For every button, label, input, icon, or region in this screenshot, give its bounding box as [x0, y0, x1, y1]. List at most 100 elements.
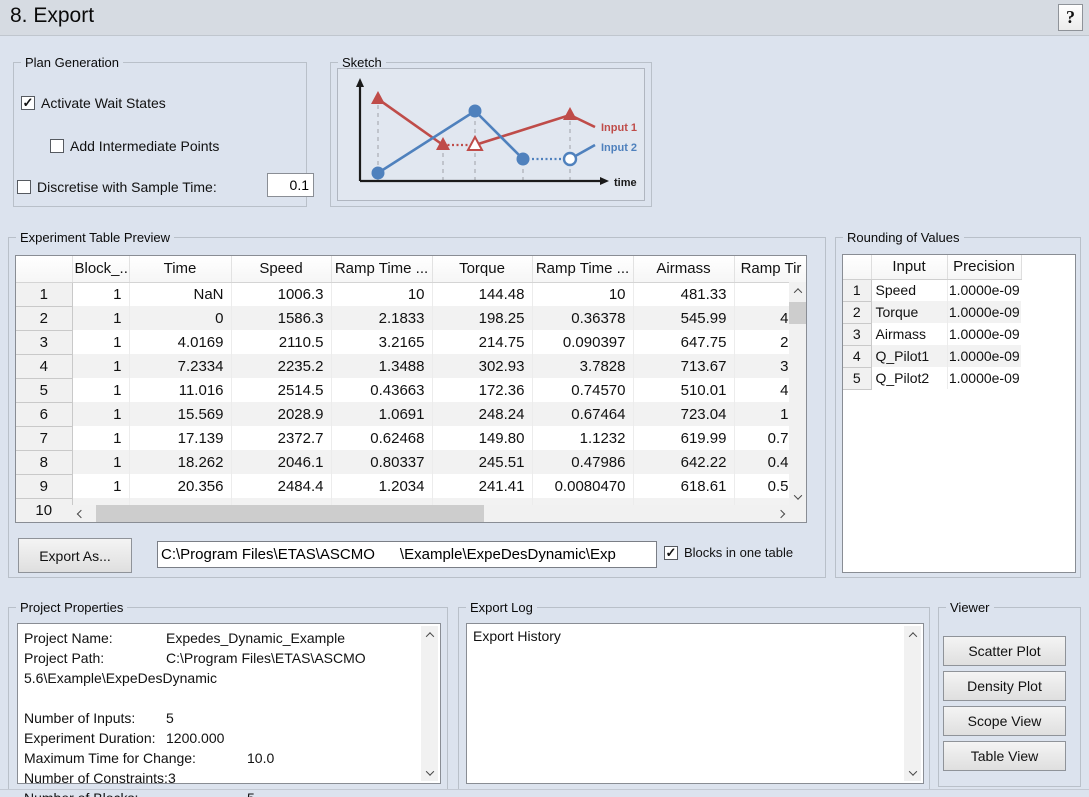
blocks-in-one-table-checkbox[interactable] — [664, 546, 678, 560]
cell[interactable]: 545.99 — [633, 306, 734, 330]
cell[interactable]: 245.51 — [432, 450, 532, 474]
row-number-cell[interactable]: 2 — [843, 301, 871, 323]
cell[interactable]: NaN — [129, 282, 231, 306]
cell[interactable]: 18.262 — [129, 450, 231, 474]
cell[interactable]: 302.93 — [432, 354, 532, 378]
cell[interactable]: 2484.4 — [231, 474, 331, 498]
scroll-up-button[interactable] — [421, 626, 438, 643]
cell[interactable]: 1.0000e-09 — [947, 301, 1021, 323]
row-number-cell[interactable]: 3 — [16, 330, 72, 354]
cell[interactable]: 2110.5 — [231, 330, 331, 354]
cell[interactable]: 10 — [532, 282, 633, 306]
cell[interactable]: 241.41 — [432, 474, 532, 498]
density-plot-button[interactable]: Density Plot — [943, 671, 1066, 701]
cell[interactable]: 1.0000e-09 — [947, 345, 1021, 367]
cell[interactable]: 1.0000e-09 — [947, 279, 1021, 301]
row-number-cell[interactable]: 1 — [16, 282, 72, 306]
row-number-cell[interactable]: 10 — [16, 498, 72, 522]
cell[interactable]: 481.33 — [633, 282, 734, 306]
help-button[interactable]: ? — [1058, 4, 1083, 31]
horizontal-scrollbar[interactable] — [72, 505, 789, 522]
row-number-cell[interactable]: 5 — [16, 378, 72, 402]
cell[interactable]: 1 — [72, 330, 129, 354]
cell[interactable]: 1.0000e-09 — [947, 367, 1021, 389]
cell[interactable]: 3.2165 — [331, 330, 432, 354]
activate-wait-states-checkbox[interactable] — [21, 96, 35, 110]
cell[interactable]: 1 — [72, 474, 129, 498]
scrollbar-thumb[interactable] — [789, 302, 806, 324]
cell[interactable]: 1.0691 — [331, 402, 432, 426]
row-number-cell[interactable]: 4 — [16, 354, 72, 378]
cell[interactable]: 214.75 — [432, 330, 532, 354]
cell[interactable]: 642.22 — [633, 450, 734, 474]
cell[interactable]: 1006.3 — [231, 282, 331, 306]
cell[interactable]: 144.48 — [432, 282, 532, 306]
cell[interactable]: 713.67 — [633, 354, 734, 378]
cell[interactable]: 0.67464 — [532, 402, 633, 426]
cell[interactable]: 1.1232 — [532, 426, 633, 450]
row-number-cell[interactable]: 2 — [16, 306, 72, 330]
cell[interactable]: 0.62468 — [331, 426, 432, 450]
export-as-button[interactable]: Export As... — [18, 538, 132, 573]
cell[interactable]: 723.04 — [633, 402, 734, 426]
export-path-input[interactable] — [157, 541, 657, 568]
cell[interactable]: 15.569 — [129, 402, 231, 426]
cell[interactable]: 3.7828 — [532, 354, 633, 378]
cell[interactable]: 0 — [129, 306, 231, 330]
scroll-down-button[interactable] — [789, 488, 806, 505]
column-header[interactable]: Ramp Time ... — [331, 256, 432, 282]
vertical-scrollbar[interactable] — [789, 282, 806, 505]
cell[interactable]: 0.74570 — [532, 378, 633, 402]
cell[interactable]: 510.01 — [633, 378, 734, 402]
cell[interactable]: Q_Pilot1 — [871, 345, 947, 367]
column-header[interactable]: Ramp Tir — [734, 256, 807, 282]
cell[interactable]: 198.25 — [432, 306, 532, 330]
cell[interactable]: 2028.9 — [231, 402, 331, 426]
cell[interactable]: 1 — [72, 306, 129, 330]
cell[interactable]: 619.99 — [633, 426, 734, 450]
row-number-cell[interactable]: 6 — [16, 402, 72, 426]
column-header[interactable]: Block_... — [72, 256, 129, 282]
column-header[interactable]: Speed — [231, 256, 331, 282]
cell[interactable]: 2372.7 — [231, 426, 331, 450]
scroll-up-button[interactable] — [904, 626, 921, 643]
cell[interactable]: 149.80 — [432, 426, 532, 450]
cell[interactable]: 1 — [72, 354, 129, 378]
table-view-button[interactable]: Table View — [943, 741, 1066, 771]
cell[interactable]: 172.36 — [432, 378, 532, 402]
cell[interactable]: 1 — [72, 450, 129, 474]
cell[interactable]: 1 — [72, 378, 129, 402]
column-header[interactable] — [843, 255, 871, 279]
scroll-right-button[interactable] — [772, 505, 789, 522]
scatter-plot-button[interactable]: Scatter Plot — [943, 636, 1066, 666]
cell[interactable]: 2046.1 — [231, 450, 331, 474]
sample-time-input[interactable] — [267, 173, 314, 197]
row-number-cell[interactable]: 4 — [843, 345, 871, 367]
cell[interactable]: 20.356 — [129, 474, 231, 498]
cell[interactable]: 0.090397 — [532, 330, 633, 354]
cell[interactable]: 618.61 — [633, 474, 734, 498]
scroll-left-button[interactable] — [72, 505, 89, 522]
cell[interactable]: 1.2034 — [331, 474, 432, 498]
add-intermediate-points-checkbox[interactable] — [50, 139, 64, 153]
cell[interactable]: 1 — [72, 426, 129, 450]
column-header[interactable]: Time — [129, 256, 231, 282]
column-header[interactable]: Torque — [432, 256, 532, 282]
scroll-down-button[interactable] — [421, 764, 438, 781]
cell[interactable]: 248.24 — [432, 402, 532, 426]
cell[interactable]: 2514.5 — [231, 378, 331, 402]
cell[interactable]: 10 — [331, 282, 432, 306]
cell[interactable]: 1 — [72, 402, 129, 426]
cell[interactable]: 7.2334 — [129, 354, 231, 378]
row-number-cell[interactable]: 8 — [16, 450, 72, 474]
cell[interactable]: 0.43663 — [331, 378, 432, 402]
scroll-up-button[interactable] — [789, 282, 806, 299]
cell[interactable]: 17.139 — [129, 426, 231, 450]
row-number-cell[interactable]: 5 — [843, 367, 871, 389]
column-header[interactable]: Input — [871, 255, 947, 279]
scope-view-button[interactable]: Scope View — [943, 706, 1066, 736]
cell[interactable]: 0.36378 — [532, 306, 633, 330]
column-header[interactable]: Airmass — [633, 256, 734, 282]
discretise-sample-time-checkbox[interactable] — [17, 180, 31, 194]
cell[interactable]: 2.1833 — [331, 306, 432, 330]
